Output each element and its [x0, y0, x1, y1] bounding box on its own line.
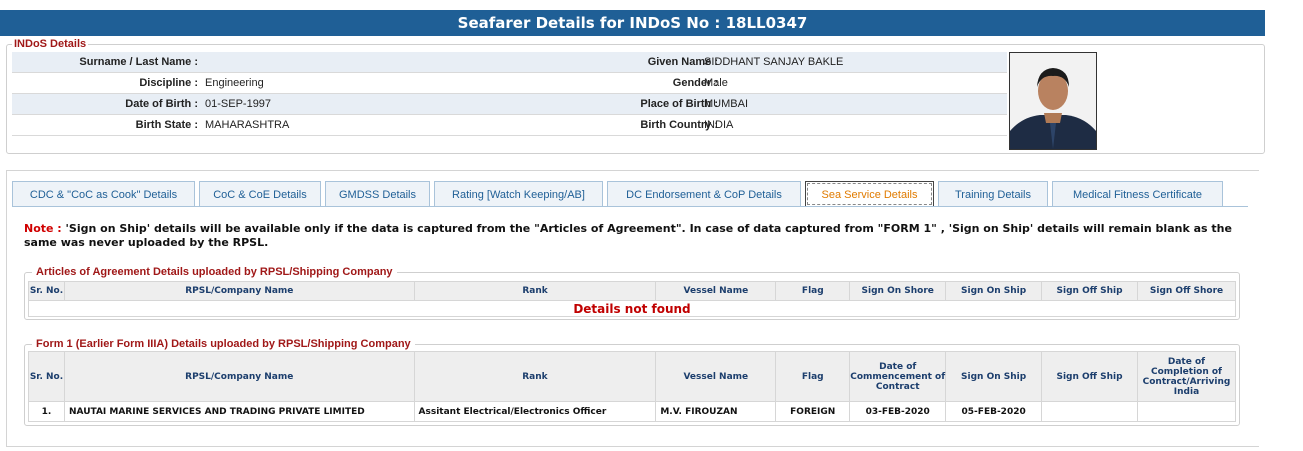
dob-value: 01-SEP-1997 — [205, 98, 272, 110]
table-row: 1. NAUTAI MARINE SERVICES AND TRADING PR… — [28, 401, 1237, 422]
indos-details-legend: INDoS Details — [12, 38, 89, 50]
tab-medical-fitness[interactable]: Medical Fitness Certificate — [1052, 181, 1223, 207]
cell-commencement-date: 03-FEB-2020 — [849, 401, 947, 422]
given-name-value: SIDDHANT SANJAY BAKLE — [704, 56, 844, 68]
gender-label: Gender : — [672, 77, 718, 89]
discipline-label: Discipline : — [139, 77, 198, 89]
articles-header-row: Sr. No. RPSL/Company Name Rank Vessel Na… — [28, 281, 1236, 301]
page-title: Seafarer Details for INDoS No : 18LL0347 — [0, 10, 1265, 36]
col-header-sr-no: Sr. No. — [28, 281, 65, 301]
tab-gmdss[interactable]: GMDSS Details — [325, 181, 430, 207]
discipline-value: Engineering — [205, 77, 264, 89]
cell-vessel: M.V. FIROUZAN — [655, 401, 777, 422]
cell-company: NAUTAI MARINE SERVICES AND TRADING PRIVA… — [63, 401, 415, 422]
tab-coc-coe[interactable]: CoC & CoE Details — [199, 181, 321, 207]
col-header-sign-on-shore: Sign On Shore — [849, 281, 947, 301]
col-header-sign-off-shore: Sign Off Shore — [1137, 281, 1236, 301]
col-header-sign-on-ship: Sign On Ship — [945, 351, 1043, 402]
articles-legend: Articles of Agreement Details uploaded b… — [32, 266, 397, 278]
place-of-birth-value: MUMBAI — [704, 98, 748, 110]
cell-sr-no: 1. — [28, 401, 65, 422]
cell-completion-date — [1136, 401, 1237, 422]
articles-table: Sr. No. RPSL/Company Name Rank Vessel Na… — [28, 281, 1236, 317]
cell-sign-off-ship — [1041, 401, 1138, 422]
tab-divider — [12, 206, 1248, 207]
cell-rank: Assitant Electrical/Electronics Officer — [413, 401, 657, 422]
indos-row: Date of Birth : 01-SEP-1997 Place of Bir… — [12, 94, 1007, 115]
tab-training[interactable]: Training Details — [938, 181, 1048, 207]
col-header-company: RPSL/Company Name — [63, 281, 415, 301]
col-header-flag: Flag — [775, 351, 851, 402]
birth-country-label: Birth Country : — [640, 119, 718, 131]
col-header-sign-off-ship: Sign Off Ship — [1041, 281, 1138, 301]
birth-country-value: INDIA — [704, 119, 734, 131]
indos-row: Discipline : Engineering Gender : Male — [12, 73, 1007, 94]
tab-cdc-coc-cook[interactable]: CDC & "CoC as Cook" Details — [12, 181, 195, 207]
col-header-sign-off-ship: Sign Off Ship — [1041, 351, 1138, 402]
col-header-sign-on-ship: Sign On Ship — [945, 281, 1043, 301]
given-name-label: Given Name : — [647, 56, 718, 68]
dob-label: Date of Birth : — [125, 98, 198, 110]
note-label: Note : — [24, 222, 62, 235]
surname-label: Surname / Last Name : — [79, 56, 198, 68]
cell-sign-on-ship: 05-FEB-2020 — [945, 401, 1043, 422]
indos-row: Surname / Last Name : Given Name : SIDDH… — [12, 52, 1007, 73]
indos-row: Birth State : MAHARASHTRA Birth Country … — [12, 115, 1007, 136]
col-header-commencement-date: Date of Commencement of Contract — [849, 351, 947, 402]
place-of-birth-label: Place of Birth : — [640, 98, 718, 110]
col-header-sr-no: Sr. No. — [28, 351, 65, 402]
table-row: Details not found — [28, 300, 1236, 317]
form1-table: Sr. No. RPSL/Company Name Rank Vessel Na… — [28, 351, 1237, 422]
col-header-completion-date: Date of Completion of Contract/Arriving … — [1136, 351, 1237, 402]
birth-state-label: Birth State : — [135, 119, 198, 131]
details-not-found: Details not found — [28, 300, 1236, 317]
note-text: 'Sign on Ship' details will be available… — [24, 222, 1232, 249]
col-header-rank: Rank — [413, 281, 657, 301]
tab-rating-watch-keeping[interactable]: Rating [Watch Keeping/AB] — [434, 181, 603, 207]
form1-legend: Form 1 (Earlier Form IIIA) Details uploa… — [32, 338, 415, 350]
form1-header-row: Sr. No. RPSL/Company Name Rank Vessel Na… — [28, 351, 1237, 402]
col-header-vessel: Vessel Name — [655, 351, 777, 402]
seafarer-photo — [1009, 52, 1097, 150]
birth-state-value: MAHARASHTRA — [205, 119, 290, 131]
col-header-flag: Flag — [775, 281, 851, 301]
col-header-company: RPSL/Company Name — [63, 351, 415, 402]
gender-value: Male — [704, 77, 728, 89]
cell-flag: FOREIGN — [775, 401, 851, 422]
sign-on-ship-note: Note : 'Sign on Ship' details will be av… — [24, 222, 1234, 250]
col-header-rank: Rank — [413, 351, 657, 402]
tab-sea-service[interactable]: Sea Service Details — [805, 181, 934, 207]
col-header-vessel: Vessel Name — [655, 281, 777, 301]
tab-dc-endorsement-cop[interactable]: DC Endorsement & CoP Details — [607, 181, 801, 207]
